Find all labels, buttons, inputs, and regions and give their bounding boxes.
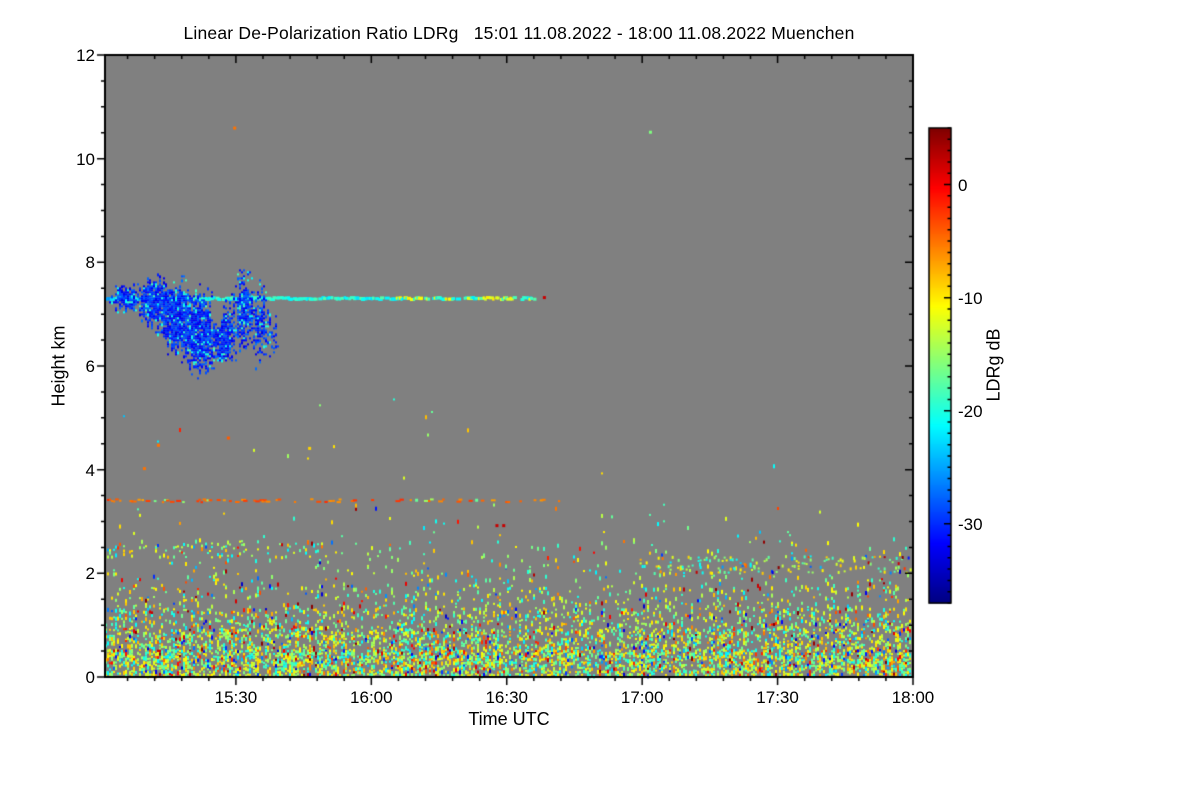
y-tick-label: 6 bbox=[85, 357, 95, 376]
y-tick-label: 8 bbox=[85, 253, 95, 273]
colorbar-tick-label: 0 bbox=[958, 175, 968, 195]
x-tick-label: 16:30 bbox=[485, 688, 528, 707]
colorbar-tick-label: -20 bbox=[958, 401, 983, 421]
x-tick-label: 18:00 bbox=[891, 688, 935, 707]
colorbar-label: LDRg dB bbox=[983, 328, 1004, 402]
plot-canvas bbox=[0, 0, 1200, 800]
y-tick-label: 10 bbox=[76, 149, 95, 169]
colorbar-tick-label: -10 bbox=[958, 288, 983, 308]
x-axis-label: Time UTC bbox=[468, 709, 550, 729]
x-tick-label: 17:00 bbox=[620, 688, 664, 707]
x-tick-label: 16:00 bbox=[350, 688, 393, 707]
y-tick-label: 4 bbox=[85, 460, 95, 480]
y-tick-label: 2 bbox=[85, 564, 95, 584]
y-tick-label: 12 bbox=[76, 46, 95, 65]
y-tick-label: 0 bbox=[85, 668, 95, 687]
chart-figure: Linear De-Polarization Ratio LDRg 15:01 … bbox=[0, 0, 1200, 800]
colorbar-tick-label: -30 bbox=[958, 514, 983, 534]
x-tick-label: 17:30 bbox=[756, 688, 799, 707]
x-tick-label: 15:30 bbox=[214, 688, 258, 707]
chart-title: Linear De-Polarization Ratio LDRg 15:01 … bbox=[183, 23, 855, 43]
